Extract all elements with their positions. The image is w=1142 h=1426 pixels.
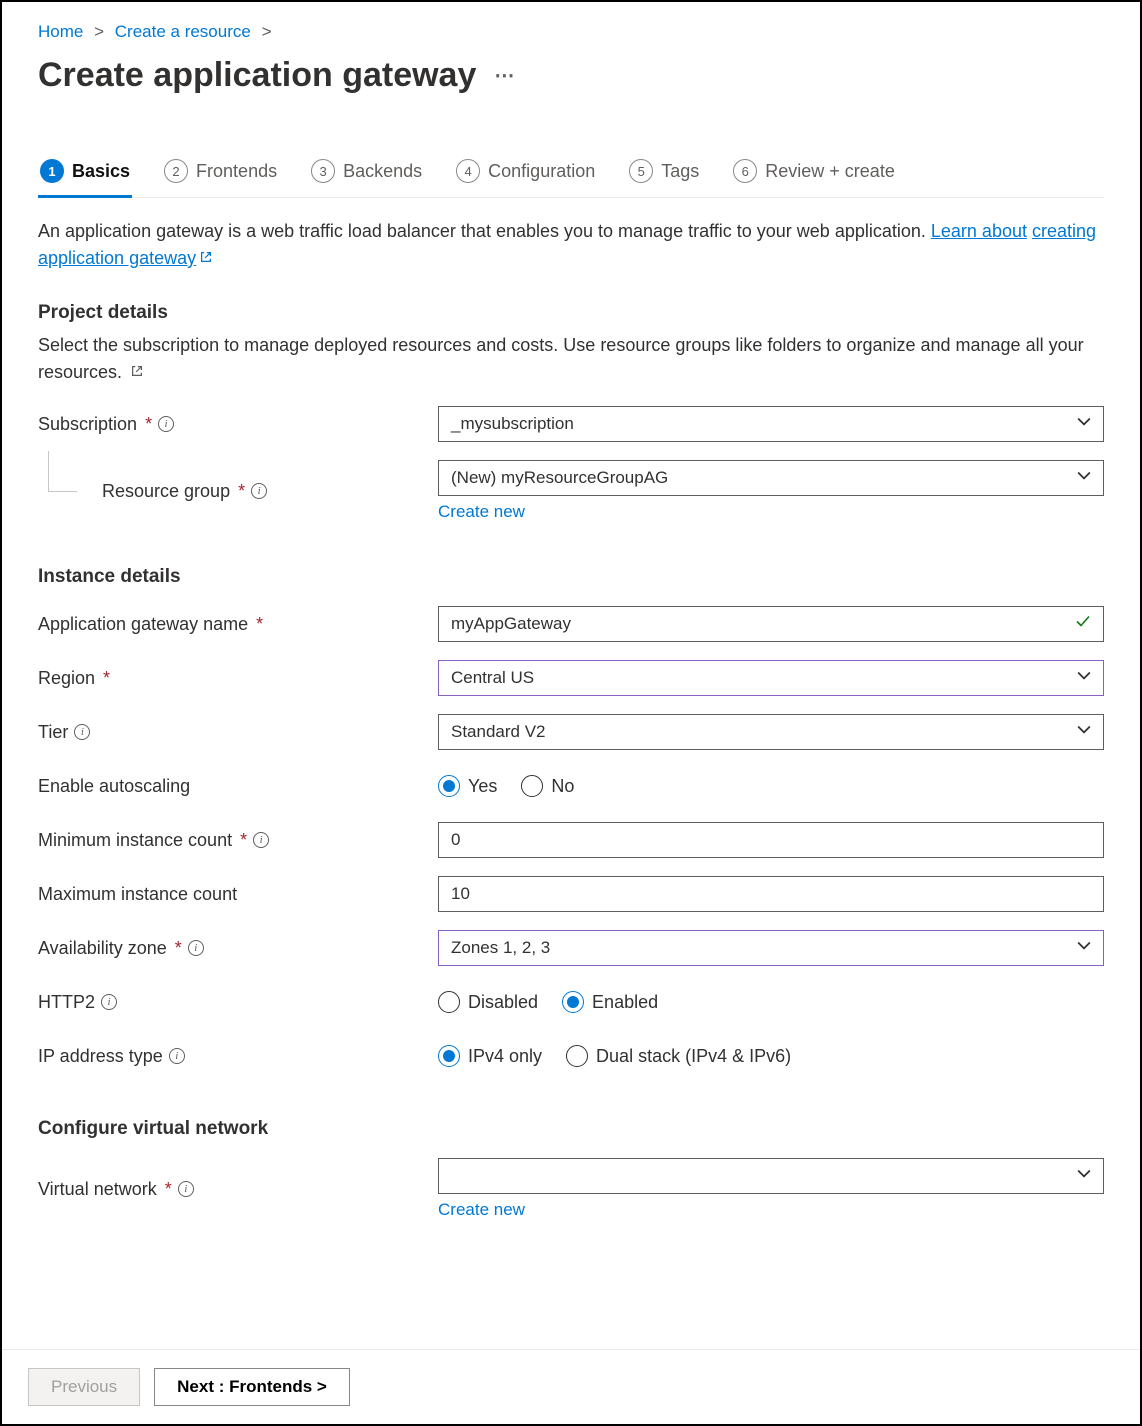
breadcrumb: Home > Create a resource > [38,18,1104,42]
chevron-down-icon [1077,668,1091,688]
tab-number: 6 [733,159,757,183]
external-link-icon [199,245,213,259]
info-icon[interactable]: i [158,416,174,432]
tab-basics[interactable]: 1 Basics [38,153,132,197]
tab-label: Basics [72,161,130,182]
tier-select[interactable]: Standard V2 [438,714,1104,750]
breadcrumb-home[interactable]: Home [38,22,83,41]
required-icon: * [103,668,110,689]
resource-group-select[interactable]: (New) myResourceGroupAG [438,460,1104,496]
chevron-right-icon: > [262,22,272,41]
max-instance-label: Maximum instance count [38,884,237,905]
next-frontends-button[interactable]: Next : Frontends > [154,1368,350,1406]
ip-type-label: IP address type [38,1046,163,1067]
project-details-heading: Project details [38,302,1104,324]
http2-label: HTTP2 [38,992,95,1013]
tab-backends[interactable]: 3 Backends [309,153,424,197]
ipv4-only-radio[interactable]: IPv4 only [438,1045,542,1067]
app-gateway-name-label: Application gateway name [38,614,248,635]
subscription-select[interactable]: _mysubscription [438,406,1104,442]
tab-review-create[interactable]: 6 Review + create [731,153,897,197]
virtual-network-select[interactable] [438,1158,1104,1194]
project-details-desc: Select the subscription to manage deploy… [38,332,1104,386]
info-icon[interactable]: i [251,483,267,499]
info-icon[interactable]: i [101,994,117,1010]
info-icon[interactable]: i [188,940,204,956]
previous-button: Previous [28,1368,140,1406]
tab-number: 4 [456,159,480,183]
region-label: Region [38,668,95,689]
http2-enabled-radio[interactable]: Enabled [562,991,658,1013]
tab-tags[interactable]: 5 Tags [627,153,701,197]
tab-frontends[interactable]: 2 Frontends [162,153,279,197]
autoscale-yes-radio[interactable]: Yes [438,775,497,797]
availability-zone-label: Availability zone [38,938,167,959]
breadcrumb-create-resource[interactable]: Create a resource [115,22,251,41]
page-title: Create application gateway [38,56,476,95]
tab-label: Backends [343,161,422,182]
tier-label: Tier [38,722,68,743]
check-icon [1075,614,1091,635]
tabs: 1 Basics 2 Frontends 3 Backends 4 Config… [38,153,1104,198]
tab-label: Tags [661,161,699,182]
tab-number: 2 [164,159,188,183]
create-new-rg-link[interactable]: Create new [438,502,525,522]
chevron-down-icon [1077,938,1091,958]
subscription-label: Subscription [38,414,137,435]
info-icon[interactable]: i [178,1181,194,1197]
required-icon: * [240,830,247,851]
tab-number: 3 [311,159,335,183]
required-icon: * [238,481,245,502]
chevron-down-icon [1077,722,1091,742]
required-icon: * [145,414,152,435]
info-icon[interactable]: i [74,724,90,740]
required-icon: * [256,614,263,635]
availability-zone-select[interactable]: Zones 1, 2, 3 [438,930,1104,966]
chevron-down-icon [1077,414,1091,434]
required-icon: * [165,1179,172,1200]
intro-text: An application gateway is a web traffic … [38,218,1104,272]
resource-group-label: Resource group [102,481,230,502]
min-instance-input[interactable]: 0 [438,822,1104,858]
tab-number: 1 [40,159,64,183]
info-icon[interactable]: i [169,1048,185,1064]
autoscaling-label: Enable autoscaling [38,776,190,797]
footer: Previous Next : Frontends > [2,1349,1140,1424]
region-select[interactable]: Central US [438,660,1104,696]
max-instance-input[interactable]: 10 [438,876,1104,912]
info-icon[interactable]: i [253,832,269,848]
more-icon[interactable]: ⋯ [494,63,516,88]
required-icon: * [175,938,182,959]
app-gateway-name-input[interactable]: myAppGateway [438,606,1104,642]
learn-link[interactable]: Learn about [931,221,1027,241]
tab-number: 5 [629,159,653,183]
chevron-down-icon [1077,1166,1091,1186]
configure-vnet-heading: Configure virtual network [38,1118,1104,1140]
chevron-down-icon [1077,468,1091,488]
virtual-network-label: Virtual network [38,1179,157,1200]
dual-stack-radio[interactable]: Dual stack (IPv4 & IPv6) [566,1045,791,1067]
autoscale-no-radio[interactable]: No [521,775,574,797]
instance-details-heading: Instance details [38,566,1104,588]
tab-label: Review + create [765,161,895,182]
tab-label: Frontends [196,161,277,182]
http2-disabled-radio[interactable]: Disabled [438,991,538,1013]
chevron-right-icon: > [94,22,104,41]
create-new-vnet-link[interactable]: Create new [438,1200,525,1220]
tab-label: Configuration [488,161,595,182]
external-link-icon [130,359,144,373]
min-instance-label: Minimum instance count [38,830,232,851]
tab-configuration[interactable]: 4 Configuration [454,153,597,197]
